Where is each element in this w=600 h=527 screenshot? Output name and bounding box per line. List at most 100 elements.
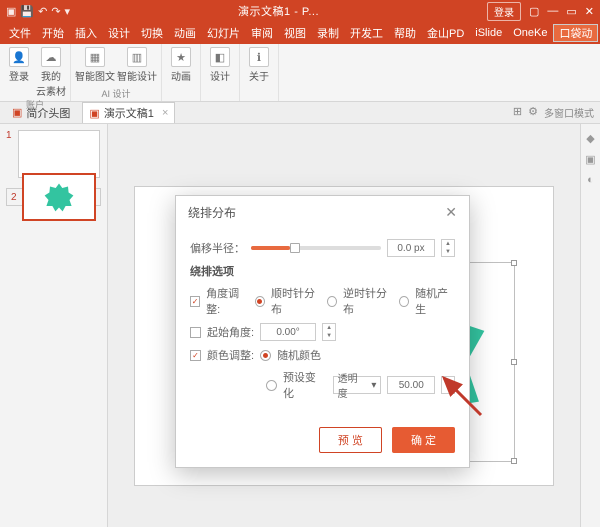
slide-preview (22, 173, 96, 221)
slide-thumbnails: 1 2 (0, 124, 108, 527)
right-toolbar: ◆ ▣ ◐ (580, 124, 600, 527)
tool-icon[interactable]: ▣ (585, 153, 595, 166)
offset-row: 偏移半径： 0.0 px ▲▼ (190, 239, 455, 257)
resize-handle[interactable] (511, 260, 517, 266)
ribbon-cloud-button[interactable]: ☁我的 云素材 (36, 47, 66, 98)
resize-handle[interactable] (511, 458, 517, 464)
ribbon-smartimg-button[interactable]: ▦智能图文 (75, 47, 115, 83)
offset-spinner[interactable]: ▲▼ (441, 239, 455, 257)
multiwindow-label[interactable]: 多窗口模式 (544, 105, 594, 120)
menu-transition[interactable]: 切换 (136, 23, 168, 43)
ribbon-design-button[interactable]: ◧设计 (205, 47, 235, 83)
dialog-title: 绕排分布 (188, 204, 236, 221)
chevron-down-icon: ▾ (371, 380, 376, 391)
undo-icon[interactable]: ↶ (38, 5, 47, 18)
window-title: 演示文稿1 - P... (70, 3, 487, 19)
color-checkbox[interactable]: ✓ (190, 350, 201, 361)
palette-icon: ◧ (210, 47, 230, 67)
group-label: AI 设计 (101, 87, 130, 100)
dialog-close-icon[interactable]: ✕ (445, 204, 457, 221)
user-icon: 👤 (9, 47, 29, 67)
slide-preview (18, 130, 100, 178)
anim-icon: ★ (171, 47, 191, 67)
ribbon-smartdesign-button[interactable]: ▥智能设计 (117, 47, 157, 83)
menu-pdf[interactable]: 金山PD (422, 23, 469, 43)
window-options-icon[interactable]: ▢ (529, 5, 539, 18)
dialog-titlebar: 绕排分布 ✕ (176, 196, 469, 229)
ribbon-group-account: 👤登录 ☁我的 云素材 账户 (0, 44, 71, 101)
login-button[interactable]: 登录 (487, 2, 521, 21)
angle-label: 角度调整: (206, 285, 249, 317)
ribbon: 👤登录 ☁我的 云素材 账户 ▦智能图文 ▥智能设计 AI 设计 ★动画 ◧设计… (0, 44, 600, 102)
quick-access-toolbar: ▣ 💾 ↶ ↷ ▾ (6, 5, 70, 18)
menu-pocket[interactable]: 口袋动 (553, 24, 598, 42)
maximize-icon[interactable]: ▭ (566, 5, 576, 18)
settings-icon[interactable]: ⚙ (528, 105, 538, 120)
redo-icon[interactable]: ↷ (51, 5, 60, 18)
ppt-icon: ▣ (89, 107, 99, 120)
ok-button[interactable]: 确 定 (392, 427, 455, 453)
dialog-actions: 预 览 确 定 (176, 419, 469, 467)
menu-design[interactable]: 设计 (103, 23, 135, 43)
thumbnail-2[interactable]: 2 (6, 188, 101, 206)
ribbon-login-button[interactable]: 👤登录 (4, 47, 34, 98)
menu-view[interactable]: 视图 (279, 23, 311, 43)
doc-tab-2[interactable]: ▣演示文稿1× (82, 102, 175, 123)
thumbnail-1[interactable]: 1 (6, 130, 101, 178)
color-label: 颜色调整: (207, 347, 254, 363)
tool-icon[interactable]: ◆ (586, 132, 594, 145)
radio-clockwise[interactable] (255, 296, 265, 307)
image-icon: ▦ (85, 47, 105, 67)
color-value[interactable]: 50.00 (387, 376, 435, 394)
menu-file[interactable]: 文件 (4, 23, 36, 43)
radio-counterclockwise[interactable] (327, 296, 337, 307)
doc-tab-1[interactable]: ▣简介头图 (6, 103, 76, 123)
ribbon-group-design: ◧设计 (201, 44, 240, 101)
radio-preset-color[interactable] (266, 380, 277, 391)
cloud-icon: ☁ (41, 47, 61, 67)
minimize-icon[interactable]: — (547, 5, 558, 17)
menu-review[interactable]: 审阅 (246, 23, 278, 43)
offset-slider[interactable] (251, 246, 381, 250)
preview-button[interactable]: 预 览 (319, 427, 382, 453)
offset-value[interactable]: 0.0 px (387, 239, 435, 257)
slider-knob[interactable] (290, 243, 300, 253)
tab-icon[interactable]: ⊞ (513, 105, 522, 120)
menu-islide[interactable]: iSlide (470, 25, 507, 41)
section-header: 绕排选项 (190, 263, 455, 279)
menu-insert[interactable]: 插入 (70, 23, 102, 43)
start-spinner[interactable]: ▲▼ (322, 323, 336, 341)
ribbon-anim-button[interactable]: ★动画 (166, 47, 196, 83)
menu-record[interactable]: 录制 (312, 23, 344, 43)
ribbon-about-button[interactable]: ℹ关于 (244, 47, 274, 83)
menu-help[interactable]: 帮助 (389, 23, 421, 43)
menu-onekey[interactable]: OneKe (508, 25, 552, 41)
angle-row: ✓ 角度调整: 顺时针分布 逆时针分布 随机产生 (190, 285, 455, 317)
start-checkbox[interactable] (190, 327, 201, 338)
radio-random-color[interactable] (260, 350, 271, 361)
close-tab-icon[interactable]: × (162, 107, 168, 119)
radio-random[interactable] (399, 296, 409, 307)
start-value[interactable]: 0.00° (260, 323, 316, 341)
menu-slideshow[interactable]: 幻灯片 (202, 23, 245, 43)
color-mode-select[interactable]: 透明度▾ (333, 376, 382, 394)
tool-icon[interactable]: ◐ (587, 174, 594, 186)
design-icon: ▥ (127, 47, 147, 67)
menu-home[interactable]: 开始 (37, 23, 69, 43)
menu-dev[interactable]: 开发工 (345, 23, 388, 43)
ribbon-group-ai: ▦智能图文 ▥智能设计 AI 设计 (71, 44, 162, 101)
info-icon: ℹ (249, 47, 269, 67)
save-icon[interactable]: 💾 (20, 5, 34, 18)
resize-handle[interactable] (511, 359, 517, 365)
close-icon[interactable]: ✕ (585, 5, 594, 18)
wrap-distribute-dialog: 绕排分布 ✕ 偏移半径： 0.0 px ▲▼ 绕排选项 ✓ 角度调整: 顺时针分… (175, 195, 470, 468)
qat-icon[interactable]: ▣ (6, 5, 16, 18)
angle-checkbox[interactable]: ✓ (190, 296, 200, 307)
ribbon-group-anim: ★动画 (162, 44, 201, 101)
menu-animation[interactable]: 动画 (169, 23, 201, 43)
menu-bar: 文件 开始 插入 设计 切换 动画 幻灯片 审阅 视图 录制 开发工 帮助 金山… (0, 22, 600, 44)
title-bar: ▣ 💾 ↶ ↷ ▾ 演示文稿1 - P... 登录 ▢ — ▭ ✕ (0, 0, 600, 22)
color-spinner[interactable]: ▲▼ (441, 376, 455, 394)
offset-label: 偏移半径： (190, 240, 245, 256)
qat-more-icon[interactable]: ▾ (65, 5, 71, 18)
